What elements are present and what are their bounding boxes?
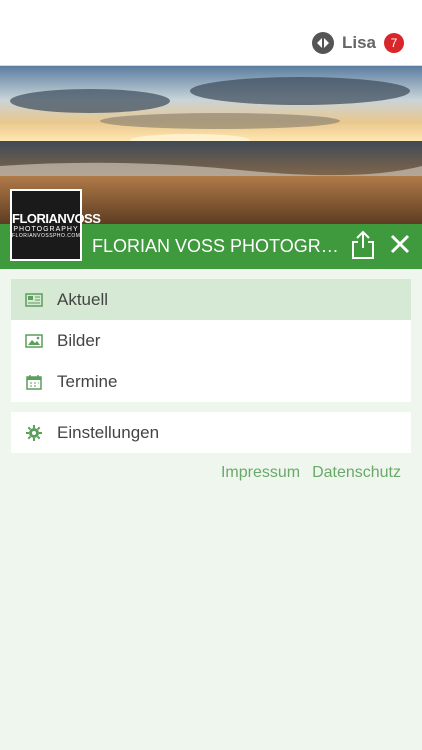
- footer-links: Impressum Datenschutz: [221, 464, 401, 482]
- menu-item-label: Bilder: [57, 330, 101, 350]
- image-icon: [11, 333, 57, 348]
- share-button[interactable]: [350, 230, 376, 260]
- impressum-link[interactable]: Impressum: [221, 464, 300, 482]
- menu-item-label: Aktuell: [57, 289, 109, 309]
- app-logo-icon: [311, 32, 334, 54]
- menu-item-aktuell[interactable]: Aktuell: [11, 279, 411, 320]
- menu-item-termine[interactable]: Termine: [11, 361, 411, 402]
- page-title: FLORIAN VOSS PHOTOGRAPHY: [92, 236, 342, 256]
- profile-logo: FLORIANVOSS PHOTOGRAPHY FLORIANVOSSPHO.C…: [10, 189, 101, 261]
- menu-item-bilder[interactable]: Bilder: [11, 320, 411, 361]
- menu-item-label: Einstellungen: [57, 422, 160, 442]
- calendar-icon: [11, 374, 57, 390]
- menu-item-label: Termine: [57, 371, 118, 391]
- main-menu: Aktuell Bilder Termine: [11, 279, 411, 402]
- top-bar: Lisa 7: [0, 0, 422, 66]
- datenschutz-link[interactable]: Datenschutz: [312, 464, 401, 482]
- close-icon: [390, 234, 410, 254]
- user-name: Lisa: [341, 33, 376, 52]
- newspaper-icon: [11, 292, 57, 307]
- gear-icon: [11, 424, 57, 441]
- menu-item-einstellungen[interactable]: Einstellungen: [11, 412, 411, 453]
- settings-menu: Einstellungen: [11, 412, 411, 453]
- share-icon: [352, 230, 374, 259]
- notification-badge[interactable]: 7: [384, 33, 404, 53]
- user-menu[interactable]: Lisa 7: [311, 32, 404, 54]
- close-button[interactable]: [387, 232, 413, 260]
